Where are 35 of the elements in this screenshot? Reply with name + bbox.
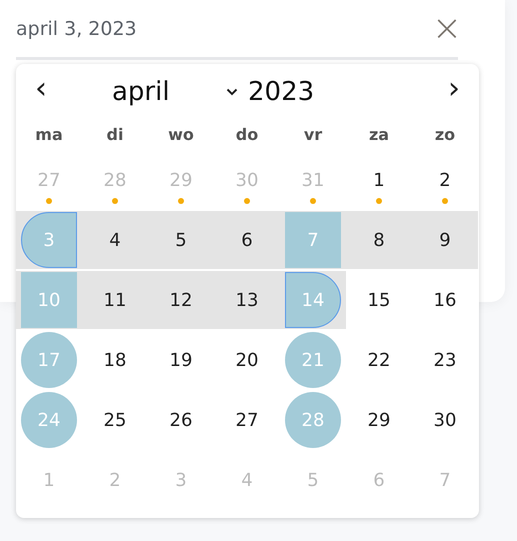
day-button[interactable]: 23 [417, 332, 473, 388]
day-button[interactable]: 5 [153, 212, 209, 268]
weekday-label: wo [167, 124, 195, 146]
weekday-label: zo [434, 124, 456, 146]
day-button[interactable]: 15 [351, 272, 407, 328]
day-button[interactable]: 6 [219, 212, 275, 268]
day-button[interactable]: 9 [417, 212, 473, 268]
weekday-label: ma [34, 124, 64, 146]
month-dropdown[interactable]: april [66, 72, 238, 112]
caret-icon [226, 88, 238, 96]
day-button[interactable]: 4 [87, 212, 143, 268]
day-button[interactable]: 22 [351, 332, 407, 388]
weekday-label: di [106, 124, 124, 146]
year-label[interactable]: 2023 [248, 72, 429, 112]
day-button[interactable]: 1 [351, 152, 407, 208]
day-button[interactable]: 11 [87, 272, 143, 328]
day-button[interactable]: 13 [219, 272, 275, 328]
day-button[interactable]: 29 [351, 392, 407, 448]
day-button[interactable]: 20 [219, 332, 275, 388]
previous-month-button[interactable]: ‹ [16, 74, 66, 110]
weekday-label: vr [302, 124, 324, 146]
day-button[interactable]: 19 [153, 332, 209, 388]
day-button[interactable]: 2 [417, 152, 473, 208]
day-button[interactable]: 18 [87, 332, 143, 388]
next-month-button[interactable]: › [429, 74, 479, 110]
weekday-label: do [234, 124, 260, 146]
day-button[interactable]: 12 [153, 272, 209, 328]
date-field[interactable]: april 3, 2023 × [16, 0, 458, 60]
day-button[interactable]: 16 [417, 272, 473, 328]
day-button[interactable]: 27 [219, 392, 275, 448]
day-button[interactable]: 25 [87, 392, 143, 448]
day-button[interactable]: 30 [417, 392, 473, 448]
weekday-label: za [368, 124, 390, 146]
day-button[interactable]: 26 [153, 392, 209, 448]
day-button[interactable]: 8 [351, 212, 407, 268]
